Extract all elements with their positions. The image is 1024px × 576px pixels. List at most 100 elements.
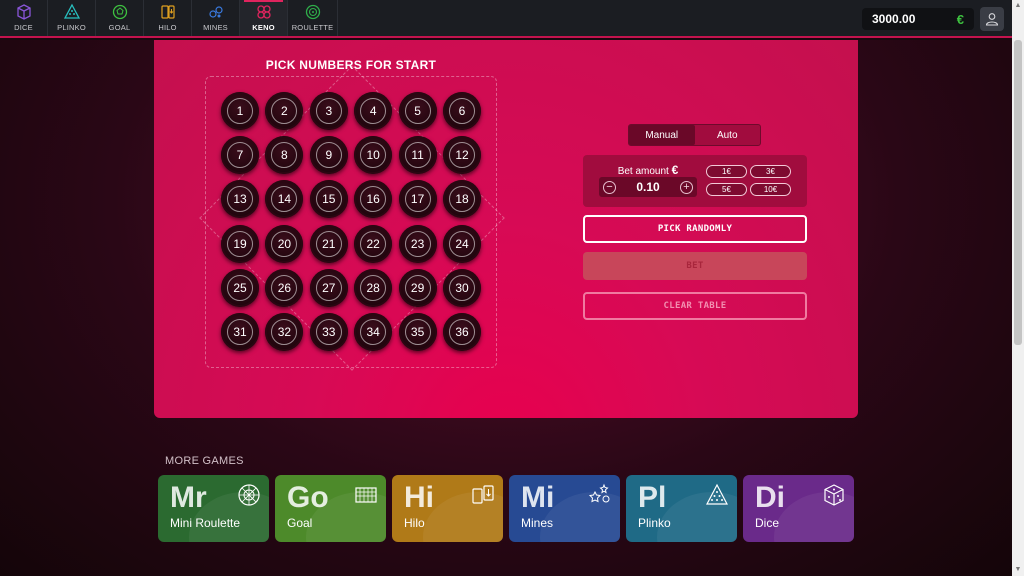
keno-number-11[interactable]: 11	[398, 136, 437, 175]
keno-number-label: 12	[455, 148, 469, 163]
mode-toggle: Manual Auto	[628, 124, 761, 146]
user-profile-button[interactable]	[980, 7, 1004, 31]
decrease-bet-button[interactable]: −	[603, 180, 616, 194]
keno-number-label: 26	[277, 280, 292, 295]
keno-number-30[interactable]: 30	[443, 268, 481, 307]
keno-number-4[interactable]: 4	[354, 92, 393, 130]
game-card-abbr: Pl	[638, 481, 667, 514]
nav-dice[interactable]: DICE	[0, 0, 48, 36]
keno-number-label: 32	[277, 325, 292, 339]
nav-hilo[interactable]: HILO	[144, 0, 192, 36]
game-card-abbr: Hi	[404, 481, 434, 514]
top-nav: DICE PLINKO GOAL HILO MINES KENO ROULETT…	[0, 0, 1012, 38]
keno-number-15[interactable]: 15	[309, 180, 348, 219]
nav-label: ROULETTE	[291, 23, 334, 32]
nav-label: GOAL	[108, 23, 131, 32]
keno-number-label: 4	[369, 104, 377, 118]
goal-icon	[112, 4, 127, 20]
game-card-goal[interactable]: Go Goal	[275, 475, 386, 542]
keno-number-5[interactable]: 5	[398, 92, 437, 130]
increase-bet-button[interactable]: +	[679, 180, 693, 194]
game-card-mines[interactable]: Mi Mines	[509, 475, 620, 542]
keno-number-9[interactable]: 9	[309, 136, 348, 175]
scroll-up-arrow-icon[interactable]: ▲	[1012, 0, 1024, 12]
keno-number-7[interactable]: 7	[221, 136, 259, 175]
game-card-name: Goal	[287, 516, 313, 530]
game-card-plinko[interactable]: Pl Plinko	[626, 475, 737, 542]
nav-label: PLINKO	[57, 23, 86, 32]
keno-number-12[interactable]: 12	[443, 136, 481, 175]
bet-amount-value[interactable]: 0.10	[636, 180, 659, 194]
keno-number-22[interactable]: 22	[354, 224, 393, 263]
keno-number-24[interactable]: 24	[443, 224, 481, 263]
keno-number-31[interactable]: 31	[221, 313, 259, 351]
page-scrollbar[interactable]: ▲ ▼	[1012, 0, 1024, 576]
keno-number-29[interactable]: 29	[398, 268, 437, 307]
bet-label-text: Bet amount	[617, 166, 669, 177]
keno-number-label: 18	[455, 192, 469, 207]
quick-bet-3[interactable]: 3€	[750, 165, 791, 178]
game-card-dice[interactable]: Di Dice	[743, 475, 854, 542]
keno-number-20[interactable]: 20	[265, 224, 304, 263]
pick-randomly-button[interactable]: PICK RANDOMLY	[583, 215, 807, 243]
keno-number-23[interactable]: 23	[398, 224, 437, 263]
keno-number-6[interactable]: 6	[443, 92, 481, 130]
keno-number-34[interactable]: 34	[354, 313, 393, 351]
keno-number-label: 3	[325, 104, 333, 118]
keno-number-label: 20	[277, 236, 292, 251]
keno-number-label: 27	[322, 280, 336, 295]
nav-roulette[interactable]: ROULETTE	[288, 0, 338, 36]
nav-keno[interactable]: KENO	[240, 0, 288, 36]
quick-bet-5[interactable]: 5€	[706, 183, 747, 196]
keno-number-19[interactable]: 19	[221, 224, 259, 263]
keno-number-label: 8	[281, 148, 288, 163]
nav-label: MINES	[203, 23, 228, 32]
keno-number-17[interactable]: 17	[398, 180, 437, 219]
roulette-wheel-icon	[238, 484, 260, 506]
keno-number-1[interactable]: 1	[221, 92, 259, 130]
nav-label: HILO	[158, 23, 177, 32]
nav-mines[interactable]: MINES	[192, 0, 240, 36]
keno-number-label: 7	[236, 148, 244, 163]
keno-number-36[interactable]: 36	[443, 313, 481, 351]
quick-bet-10[interactable]: 10€	[750, 183, 791, 196]
nav-label: DICE	[14, 23, 33, 32]
hilo-icon	[160, 5, 175, 19]
scroll-down-arrow-icon[interactable]: ▼	[1012, 564, 1024, 576]
keno-number-35[interactable]: 35	[398, 313, 437, 351]
keno-number-label: 34	[366, 325, 380, 339]
clear-table-button[interactable]: CLEAR TABLE	[583, 292, 807, 320]
keno-number-27[interactable]: 27	[309, 268, 348, 307]
user-icon	[985, 13, 999, 26]
bet-button[interactable]: BET	[583, 252, 807, 280]
goal-net-icon	[355, 487, 377, 503]
scroll-thumb[interactable]	[1014, 40, 1022, 345]
game-card-mini-roulette[interactable]: Mr Mini Roulette	[158, 475, 269, 542]
keno-number-25[interactable]: 25	[221, 268, 259, 307]
nav-goal[interactable]: GOAL	[96, 0, 144, 36]
keno-number-21[interactable]: 21	[309, 224, 348, 263]
quick-bet-1[interactable]: 1€	[706, 165, 747, 178]
keno-number-label: 13	[233, 192, 247, 207]
keno-number-33[interactable]: 33	[309, 313, 348, 351]
nav-plinko[interactable]: PLINKO	[48, 0, 96, 36]
game-card-name: Mines	[521, 516, 554, 530]
mode-manual-button[interactable]: Manual	[629, 125, 695, 145]
game-card-hilo[interactable]: Hi Hilo	[392, 475, 503, 542]
keno-number-28[interactable]: 28	[354, 268, 393, 307]
keno-number-3[interactable]: 3	[309, 92, 348, 130]
keno-number-label: 21	[322, 236, 336, 251]
stars-icon	[588, 483, 610, 503]
keno-number-label: 22	[366, 236, 380, 251]
game-card-name: Hilo	[404, 516, 425, 530]
keno-number-label: 31	[233, 325, 247, 339]
keno-number-label: 19	[233, 236, 247, 251]
balance-value: 3000.00	[872, 12, 916, 26]
balance-currency: €	[956, 11, 964, 27]
keno-number-label: 17	[410, 192, 425, 207]
mode-auto-button[interactable]: Auto	[695, 125, 761, 145]
game-card-name: Plinko	[638, 516, 671, 530]
pyramid-icon	[706, 483, 728, 505]
keno-number-26[interactable]: 26	[265, 268, 304, 307]
keno-number-label: 9	[325, 148, 333, 163]
